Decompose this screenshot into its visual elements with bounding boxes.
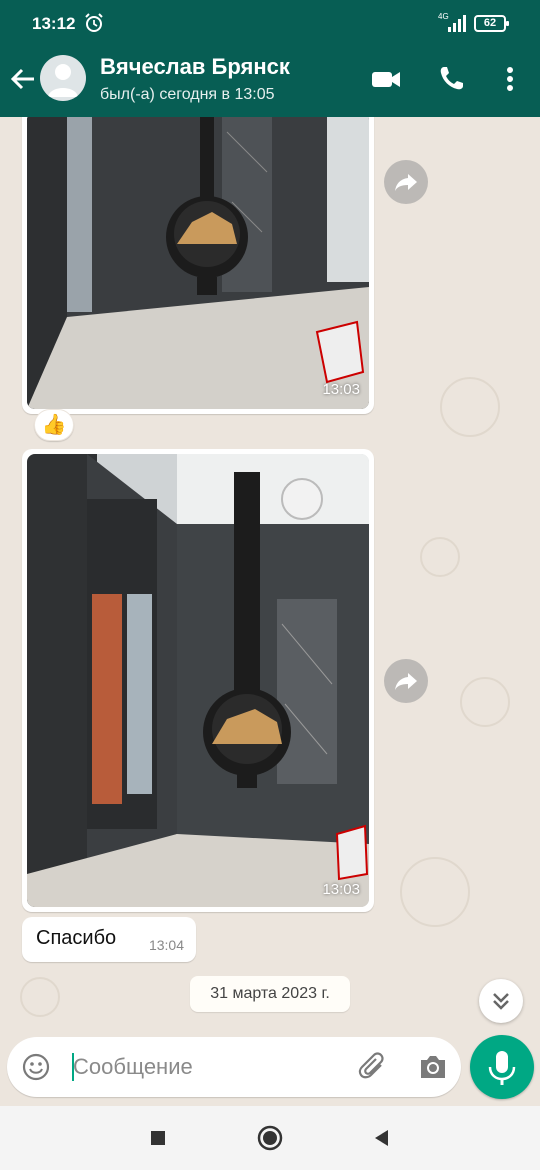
- image-message[interactable]: 13:03: [22, 449, 374, 912]
- system-nav-bar: [0, 1106, 540, 1170]
- text-message[interactable]: Спасибо 13:04: [22, 917, 196, 962]
- attach-icon[interactable]: [357, 1051, 389, 1083]
- contact-name[interactable]: Вячеслав Брянск: [100, 54, 290, 80]
- message-input[interactable]: [73, 1047, 343, 1087]
- home-circle-icon[interactable]: [254, 1122, 286, 1154]
- video-call-icon[interactable]: [370, 64, 402, 94]
- status-time: 13:12: [32, 14, 76, 33]
- message-time: 13:04: [148, 937, 184, 953]
- message-time: 13:03: [322, 381, 360, 398]
- avatar-placeholder-icon: [48, 64, 78, 97]
- battery-icon: 62: [474, 15, 509, 32]
- message-text: Спасибо: [36, 927, 117, 949]
- chat-header: Вячеслав Брянск был(-а) сегодня в 13:05: [0, 48, 540, 117]
- more-vert-icon[interactable]: [494, 64, 526, 94]
- alarm-icon: [85, 13, 103, 32]
- wallpaper-doodle: [20, 977, 60, 1017]
- camera-icon[interactable]: [417, 1052, 449, 1082]
- image-message[interactable]: 13:03: [22, 117, 374, 414]
- contact-status: был(-а) сегодня в 13:05: [100, 86, 275, 103]
- wallpaper-doodle: [420, 537, 460, 577]
- phone-call-icon[interactable]: [436, 64, 468, 94]
- reaction-thumbs-up[interactable]: 👍: [34, 409, 74, 441]
- back-triangle-icon[interactable]: [366, 1122, 398, 1154]
- avatar[interactable]: [40, 55, 86, 101]
- photo-fireplace[interactable]: [27, 117, 369, 409]
- wallpaper-doodle: [400, 857, 470, 927]
- message-time: 13:03: [322, 881, 360, 898]
- mic-icon: [488, 1051, 516, 1085]
- emoji-icon[interactable]: [21, 1052, 51, 1082]
- scroll-to-bottom-button[interactable]: [479, 979, 523, 1023]
- back-arrow-icon[interactable]: [8, 64, 38, 94]
- double-chevron-down-icon: [493, 993, 509, 1010]
- chat-area[interactable]: 13:03 👍 13:03 Спасибо 13:04 31 марта 202…: [0, 117, 540, 1031]
- status-bar: 13:12 4G 62: [0, 0, 540, 48]
- forward-button[interactable]: [384, 160, 428, 204]
- wallpaper-doodle: [460, 677, 510, 727]
- forward-icon: [395, 673, 417, 690]
- forward-button[interactable]: [384, 659, 428, 703]
- signal-icon: [448, 15, 466, 32]
- mic-button[interactable]: [470, 1035, 534, 1099]
- date-separator: 31 марта 2023 г.: [190, 976, 350, 1012]
- forward-icon: [395, 174, 417, 191]
- photo-fireplace[interactable]: [27, 454, 369, 907]
- recents-square-icon[interactable]: [142, 1122, 174, 1154]
- message-composer: [7, 1037, 461, 1097]
- wallpaper-doodle: [440, 377, 500, 437]
